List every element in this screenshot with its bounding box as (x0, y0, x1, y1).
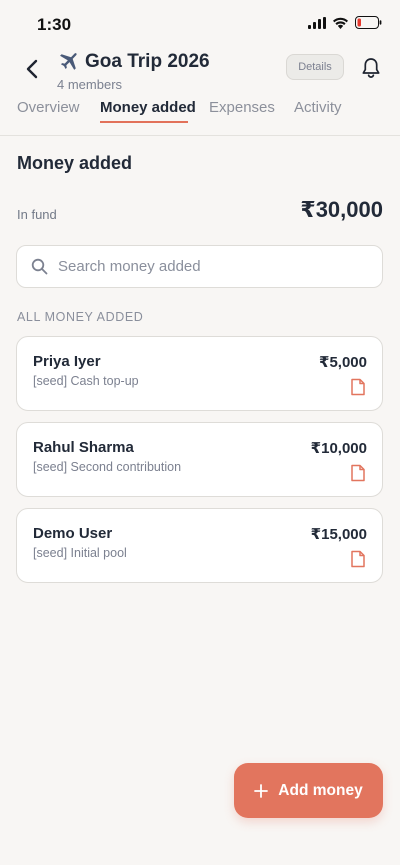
entry-amount: ₹5,000 (319, 354, 367, 371)
plus-icon (254, 783, 269, 798)
entry-name: Rahul Sharma (33, 439, 134, 456)
entry-amount: ₹10,000 (310, 440, 367, 457)
section-title: Money added (17, 153, 133, 173)
add-money-button[interactable]: Add money (234, 763, 383, 818)
trip-header: Goa Trip 2026 4 members (57, 51, 210, 92)
chevron-left-icon (26, 59, 38, 79)
search-icon (31, 258, 48, 275)
document-icon[interactable] (350, 550, 366, 568)
tab-money-added[interactable]: Money added (100, 99, 196, 116)
tab-expenses[interactable]: Expenses (209, 99, 275, 116)
entry-name: Priya Iyer (33, 353, 101, 370)
fund-amount: ₹30,000 (300, 197, 383, 222)
wifi-icon (333, 17, 348, 29)
notifications-button[interactable] (358, 55, 384, 81)
status-time: 1:30 (37, 15, 72, 34)
entry-note: [seed] Second contribution (33, 460, 182, 474)
add-money-label: Add money (278, 781, 363, 799)
search-input[interactable] (58, 258, 382, 275)
tab-activity[interactable]: Activity (294, 99, 342, 116)
signal-icon (308, 16, 326, 29)
money-entry[interactable]: Priya Iyer [seed] Cash top-up ₹5,000 (16, 336, 383, 411)
trip-title: Goa Trip 2026 (85, 51, 210, 72)
back-button[interactable] (18, 55, 46, 83)
status-icons (308, 16, 382, 29)
entry-name: Demo User (33, 525, 113, 542)
entry-note: [seed] Cash top-up (33, 374, 139, 388)
active-tab-indicator (100, 121, 188, 123)
entry-amount: ₹15,000 (310, 526, 367, 543)
tab-overview[interactable]: Overview (17, 99, 80, 116)
tab-bar: Overview Money added Expenses Activity (0, 96, 400, 136)
list-header: ALL MONEY ADDED (17, 310, 144, 324)
battery-icon (355, 16, 382, 29)
document-icon[interactable] (350, 378, 366, 396)
airplane-icon (60, 53, 77, 70)
details-button[interactable]: Details (286, 54, 344, 80)
search-bar[interactable] (16, 245, 383, 288)
document-icon[interactable] (350, 464, 366, 482)
fund-label: In fund (17, 207, 57, 222)
money-entry[interactable]: Demo User [seed] Initial pool ₹15,000 (16, 508, 383, 583)
entry-note: [seed] Initial pool (33, 546, 127, 560)
money-entry[interactable]: Rahul Sharma [seed] Second contribution … (16, 422, 383, 497)
status-bar: 1:30 (0, 0, 400, 48)
bell-icon (362, 58, 380, 78)
members-count: 4 members (57, 77, 123, 92)
